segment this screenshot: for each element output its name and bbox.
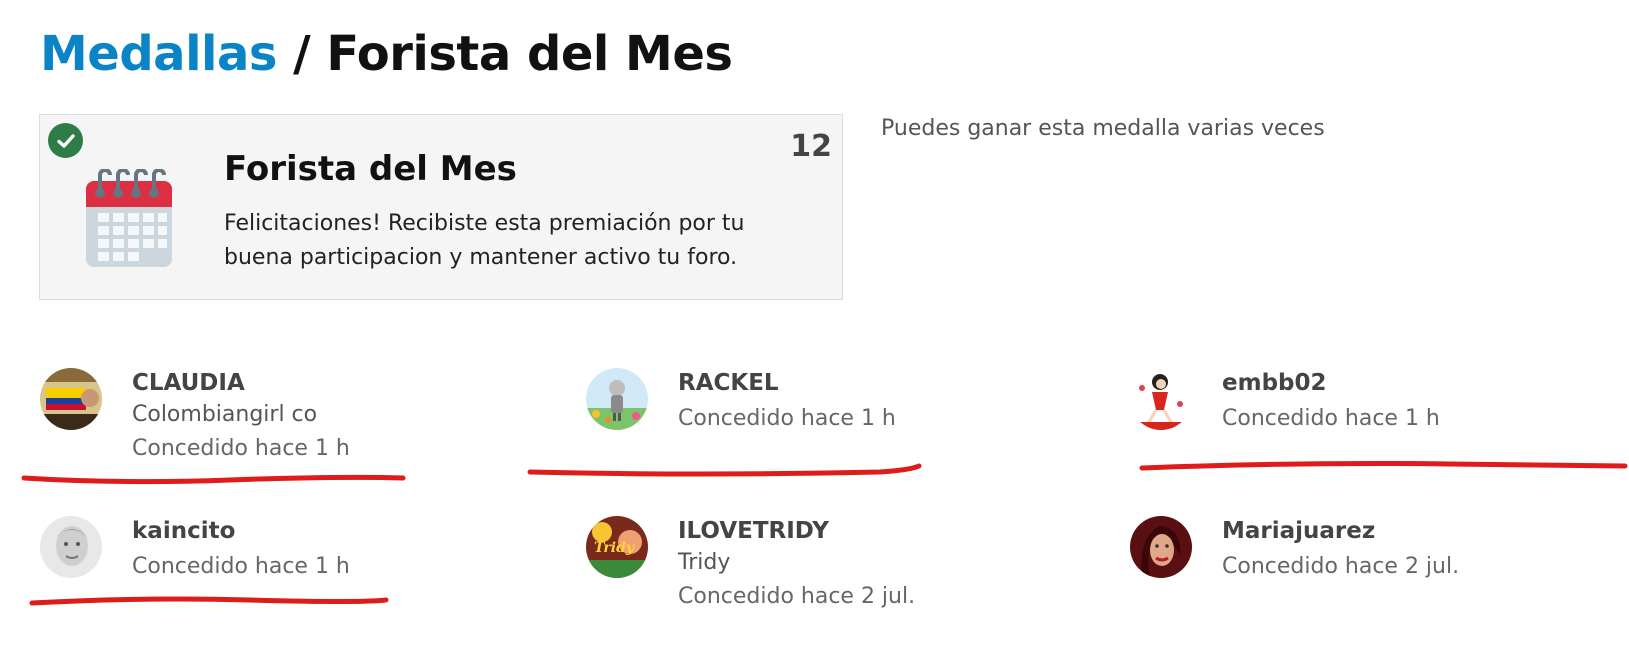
recipient-granted-time: Concedido hace 1 h <box>132 436 350 461</box>
recipient-username[interactable]: Mariajuarez <box>1222 516 1459 546</box>
check-icon <box>48 123 83 158</box>
medal-repeat-note: Puedes ganar esta medalla varias veces <box>881 116 1325 141</box>
recipient-user-title: Colombiangirl co <box>132 402 318 427</box>
avatar[interactable] <box>1130 368 1192 430</box>
recipient-granted-time: Concedido hace 1 h <box>132 554 350 579</box>
avatar[interactable] <box>40 368 102 430</box>
page-title-text: Forista del Mes <box>326 26 733 82</box>
recipient-granted-time: Concedido hace 1 h <box>1222 406 1440 431</box>
recipient-granted-time: Concedido hace 2 jul. <box>678 584 916 609</box>
annotation-underline <box>29 596 389 606</box>
svg-text:Tridy: Tridy <box>594 540 635 556</box>
avatar[interactable] <box>586 368 648 430</box>
medal-award-count: 12 <box>790 129 832 164</box>
avatar[interactable] <box>1130 516 1192 578</box>
recipient-user-title: Tridy <box>678 550 731 575</box>
calendar-icon <box>84 168 174 269</box>
recipient-username[interactable]: CLAUDIA <box>132 368 350 398</box>
annotation-underline <box>21 474 406 485</box>
recipient-username[interactable]: RACKEL <box>678 368 896 398</box>
recipient-username[interactable]: embb02 <box>1222 368 1440 398</box>
breadcrumb-separator: / <box>293 26 311 82</box>
breadcrumb-link-medallas[interactable]: Medallas <box>40 26 277 82</box>
avatar[interactable]: Tridy <box>586 516 648 578</box>
avatar[interactable] <box>40 516 102 578</box>
medal-card: Forista del Mes Felicitaciones! Recibist… <box>39 114 843 300</box>
page-title: Medallas / Forista del Mes <box>40 22 733 86</box>
annotation-underline <box>1139 461 1628 471</box>
medal-name: Forista del Mes <box>224 149 517 189</box>
recipient-granted-time: Concedido hace 2 jul. <box>1222 554 1460 579</box>
recipient-username[interactable]: kaincito <box>132 516 350 546</box>
recipient-username[interactable]: ILOVETRIDY <box>678 516 915 546</box>
recipient-granted-time: Concedido hace 1 h <box>678 406 896 431</box>
annotation-underline <box>527 463 922 477</box>
medal-description: Felicitaciones! Recibiste esta premiació… <box>224 211 745 270</box>
